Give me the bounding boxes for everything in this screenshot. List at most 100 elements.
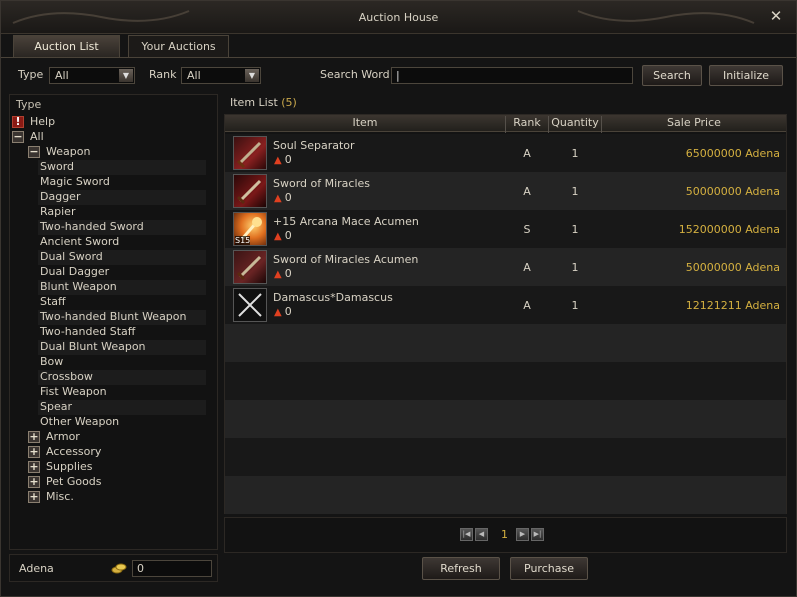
tree-item[interactable]: Magic Sword [38, 175, 206, 190]
collapse-icon[interactable]: − [12, 131, 24, 143]
empty-row [225, 362, 786, 400]
item-name: Damascus*Damascus [273, 291, 393, 304]
empty-row [225, 324, 786, 362]
flame-icon: ▲ [274, 193, 282, 204]
item-name: Sword of Miracles Acumen [273, 253, 419, 266]
table-row[interactable]: Sword of Miracles ▲ 0 A 1 50000000 Adena [225, 172, 786, 210]
enchant-count: 0 [284, 191, 292, 204]
item-price: 50000000 Adena [685, 261, 780, 274]
empty-row [225, 476, 786, 514]
item-rank: A [523, 299, 531, 312]
sword-icon [236, 141, 262, 169]
tree-item[interactable]: Two-handed Blunt Weapon [38, 310, 206, 325]
tree-item[interactable]: Other Weapon [38, 415, 206, 430]
table-row[interactable]: Damascus*Damascus ▲ 0 A 1 12121211 Adena [225, 286, 786, 324]
tab-divider [1, 57, 796, 58]
expand-icon[interactable]: + [28, 461, 40, 473]
expand-icon[interactable]: + [28, 491, 40, 503]
enchant-count: 0 [284, 229, 292, 242]
item-thumbnail: S15 [233, 212, 267, 246]
item-quantity: 1 [571, 261, 579, 274]
tree-item[interactable]: Dual Blunt Weapon [38, 340, 206, 355]
refresh-button[interactable]: Refresh [422, 557, 500, 580]
enchant-value: ▲ 0 [274, 153, 292, 166]
item-price: 50000000 Adena [685, 185, 780, 198]
tree-node-label: Supplies [46, 460, 93, 473]
tree-item[interactable]: Fist Weapon [38, 385, 206, 400]
initialize-button[interactable]: Initialize [709, 65, 783, 86]
close-icon[interactable]: ✕ [768, 8, 784, 24]
tree-node-label: Accessory [46, 445, 102, 458]
prev-page-icon[interactable]: ◀ [475, 528, 488, 541]
tree-item[interactable]: Blunt Weapon [38, 280, 206, 295]
table-row[interactable]: Soul Separator ▲ 0 A 1 65000000 Adena [225, 134, 786, 172]
item-quantity: 1 [571, 299, 579, 312]
col-sale-price[interactable]: Sale Price [602, 116, 786, 129]
tree-node-weapon-label: Weapon [46, 145, 91, 158]
grade-badge: S15 [235, 236, 251, 245]
tab-your-auctions[interactable]: Your Auctions [128, 35, 229, 57]
tree-item[interactable]: Spear [38, 400, 206, 415]
tree-item[interactable]: Ancient Sword [38, 235, 206, 250]
type-select[interactable]: All ▼ [49, 67, 135, 84]
tree-node-help-label: Help [30, 115, 56, 128]
tree-item[interactable]: Dagger [38, 190, 206, 205]
flame-icon: ▲ [274, 155, 282, 166]
filter-bar: Type All ▼ Rank All ▼ Search Word | Sear… [9, 61, 788, 91]
item-thumbnail [233, 250, 267, 284]
tree-item[interactable]: Staff [38, 295, 206, 310]
adena-label: Adena [19, 562, 54, 575]
type-tree-header: Type [16, 98, 42, 111]
next-page-icon[interactable]: ▶ [516, 528, 529, 541]
purchase-button[interactable]: Purchase [510, 557, 588, 580]
expand-icon[interactable]: + [28, 476, 40, 488]
sword-icon [236, 179, 262, 205]
type-tree-panel: Type ! Help − All − Weapon Sword Magic S… [9, 94, 218, 550]
item-name: +15 Arcana Mace Acumen [273, 215, 419, 228]
enchant-value: ▲ 0 [274, 229, 292, 242]
window-title: Auction House [358, 11, 439, 24]
table-header: Item Rank Quantity Sale Price [225, 115, 786, 133]
chevron-down-icon[interactable]: ▼ [119, 69, 133, 82]
auction-house-window: Auction House ✕ Auction List Your Auctio… [0, 0, 797, 597]
collapse-icon[interactable]: − [28, 146, 40, 158]
chevron-down-icon[interactable]: ▼ [245, 69, 259, 82]
adena-bar: Adena 0 [9, 554, 218, 582]
item-price: 12121211 Adena [685, 299, 780, 312]
rank-select[interactable]: All ▼ [181, 67, 261, 84]
col-quantity[interactable]: Quantity [549, 116, 601, 129]
title-bar[interactable]: Auction House ✕ [1, 1, 796, 34]
table-row[interactable]: Sword of Miracles Acumen ▲ 0 A 1 50000000… [225, 248, 786, 286]
item-list-header: Item List (5) [230, 96, 297, 109]
tree-item[interactable]: Rapier [38, 205, 206, 220]
search-button[interactable]: Search [642, 65, 702, 86]
tree-node-all-label: All [30, 130, 44, 143]
item-price: 152000000 Adena [678, 223, 780, 236]
table-row[interactable]: S15 +15 Arcana Mace Acumen ▲ 0 S 1 152000… [225, 210, 786, 248]
tab-auction-list[interactable]: Auction List [13, 35, 120, 57]
tree-item[interactable]: Dual Sword [38, 250, 206, 265]
search-input[interactable]: | [391, 67, 633, 84]
expand-icon[interactable]: + [28, 431, 40, 443]
tree-item[interactable]: Crossbow [38, 370, 206, 385]
tree-item[interactable]: Sword [38, 160, 206, 175]
tree-item[interactable]: Two-handed Sword [38, 220, 206, 235]
item-rank: S [523, 223, 531, 236]
expand-icon[interactable]: + [28, 446, 40, 458]
flame-icon: ▲ [274, 269, 282, 280]
item-quantity: 1 [571, 223, 579, 236]
col-item[interactable]: Item [225, 116, 505, 129]
tree-item[interactable]: Bow [38, 355, 206, 370]
first-page-icon[interactable]: |◀ [460, 528, 473, 541]
item-quantity: 1 [571, 147, 579, 160]
item-list-title: Item List [230, 96, 278, 109]
tree-item[interactable]: Dual Dagger [38, 265, 206, 280]
col-rank[interactable]: Rank [506, 116, 548, 129]
item-table: Item Rank Quantity Sale Price Soul Separ… [224, 114, 787, 514]
empty-row [225, 438, 786, 476]
page-number: 1 [501, 528, 508, 541]
last-page-icon[interactable]: ▶| [531, 528, 544, 541]
adena-input[interactable]: 0 [132, 560, 212, 577]
tree-item[interactable]: Two-handed Staff [38, 325, 206, 340]
flame-icon: ▲ [274, 231, 282, 242]
